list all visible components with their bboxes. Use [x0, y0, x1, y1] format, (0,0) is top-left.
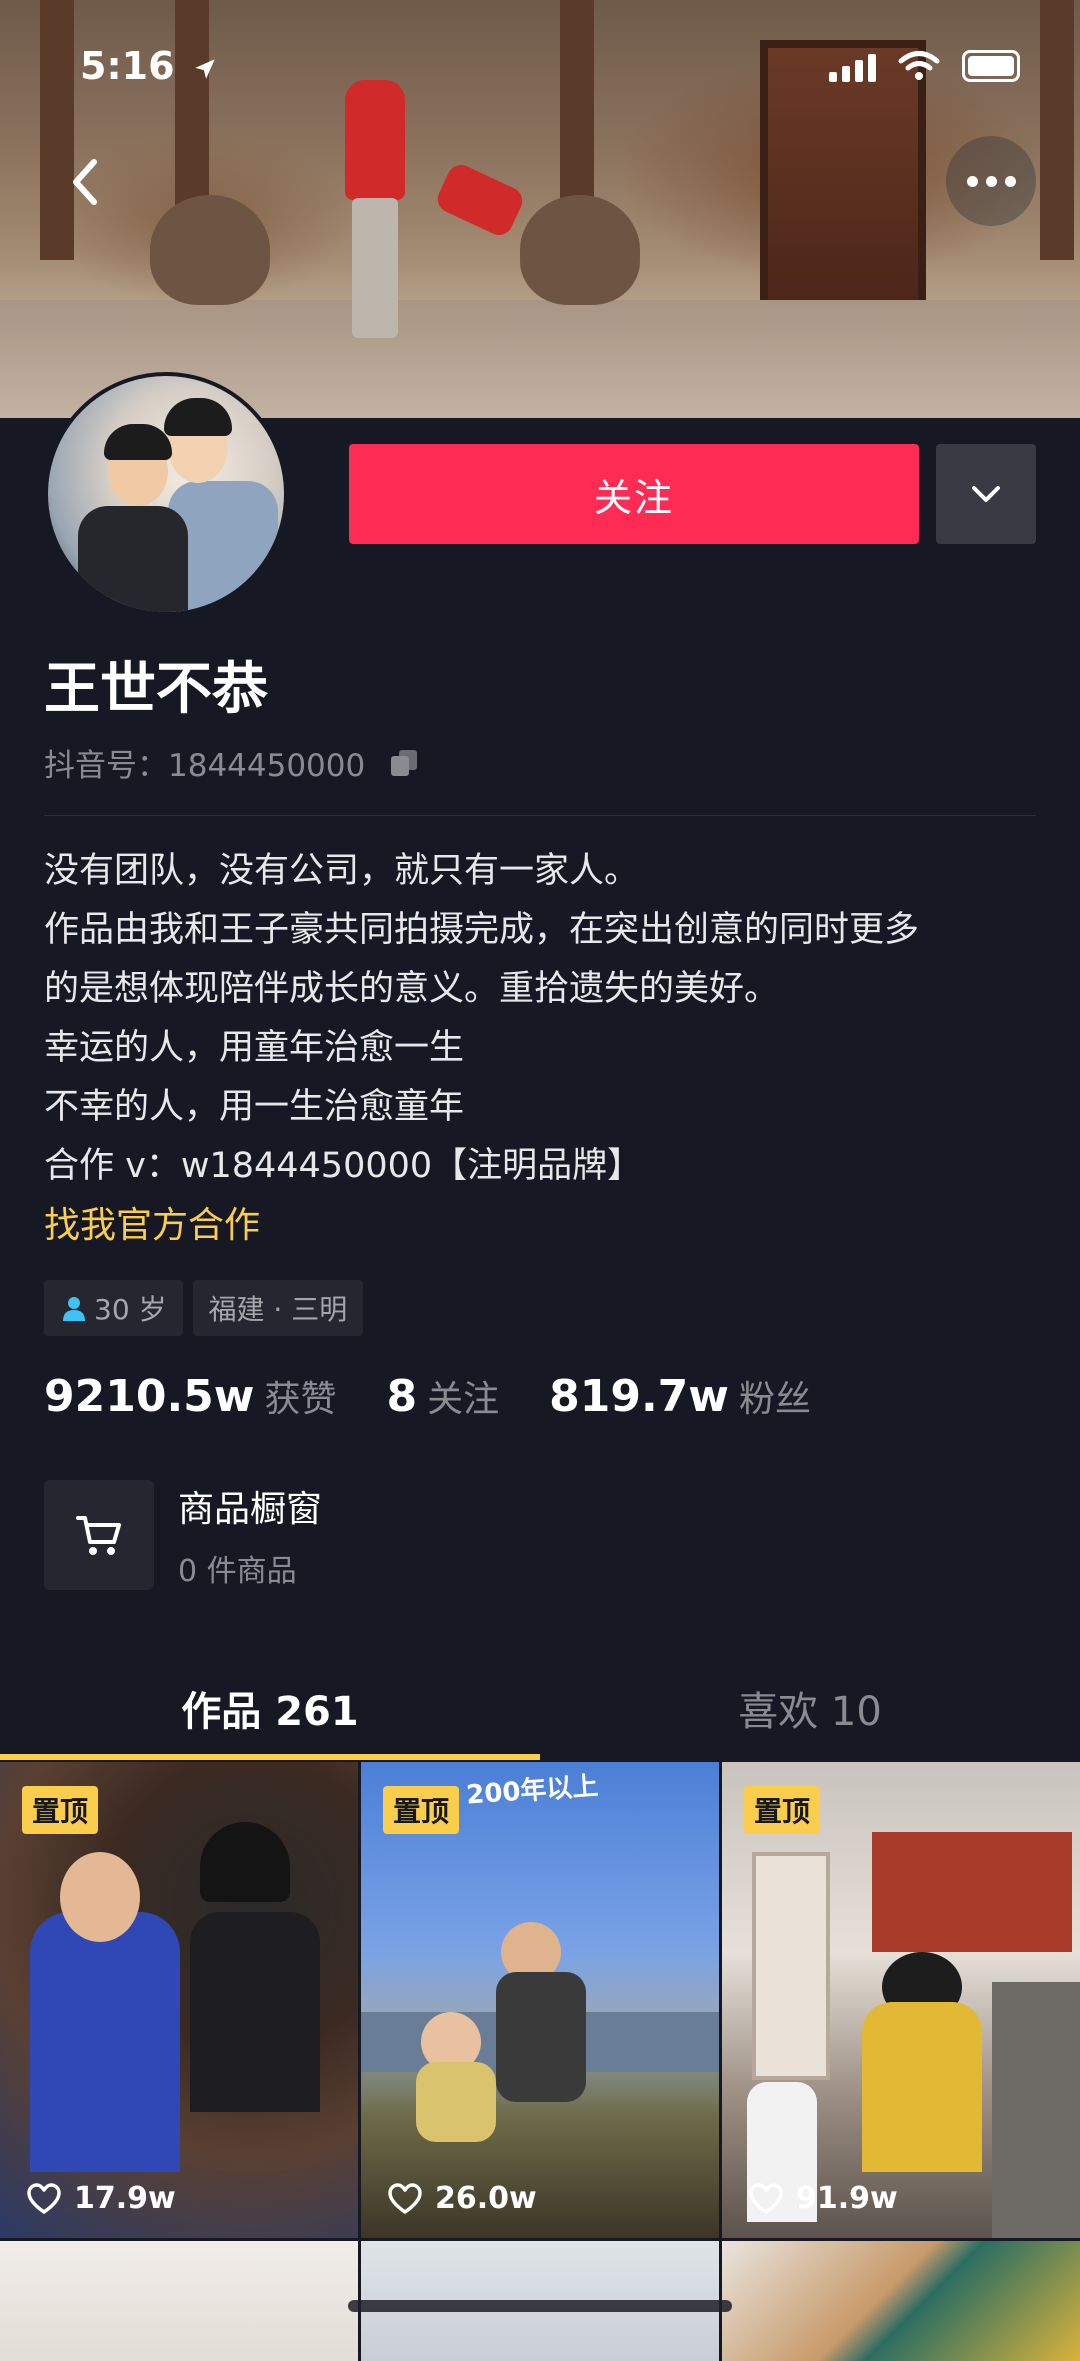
video-thumbnail[interactable]: [722, 2241, 1080, 2361]
battery-icon: [962, 50, 1020, 82]
shopping-cart-icon: [76, 1516, 121, 1555]
shop-title: 商品橱窗: [178, 1489, 323, 1530]
copy-icon[interactable]: [387, 748, 421, 778]
following-label[interactable]: 关注: [427, 1370, 499, 1422]
bio-line: 作品由我和王子豪共同拍摄完成，在突出创意的同时更多: [44, 910, 920, 950]
chevron-left-icon: [73, 159, 97, 205]
official-cooperation-link[interactable]: 找我官方合作: [44, 1196, 260, 1248]
chevron-down-icon: [972, 486, 1000, 502]
bio-line: 合作 v：w1844450000【注明品牌】: [44, 1146, 643, 1186]
likes-count: 9210.5w: [44, 1371, 255, 1422]
shop-subtitle: 0 件商品: [178, 1554, 297, 1589]
video-likes-count: 26.0w: [435, 2181, 537, 2216]
douyin-id-row[interactable]: 抖音号：1844450000: [44, 740, 421, 785]
video-thumbnail[interactable]: 200年以上 置顶 26.0w: [361, 1762, 719, 2238]
fans-count[interactable]: 819.7w: [549, 1371, 729, 1422]
location-text: 福建 · 三明: [208, 1293, 348, 1326]
wifi-icon: [898, 51, 940, 80]
tab-active-indicator: [0, 1754, 540, 1760]
profile-tags: 30 岁 福建 · 三明: [44, 1280, 364, 1336]
person-icon: [63, 1297, 85, 1321]
location-tag: 福建 · 三明: [192, 1280, 364, 1336]
heart-icon: [388, 2182, 422, 2214]
bio: 没有团队，没有公司，就只有一家人。 作品由我和王子豪共同拍摄完成，在突出创意的同…: [44, 842, 1044, 1196]
location-arrow-icon: [195, 58, 215, 79]
video-likes: 91.9w: [748, 2181, 898, 2216]
video-likes: 26.0w: [387, 2181, 537, 2216]
bio-line: 幸运的人，用童年治愈一生: [44, 1028, 465, 1068]
video-likes-count: 17.9w: [74, 2181, 176, 2216]
tab-works[interactable]: 作品 261: [0, 1656, 540, 1760]
video-thumbnail[interactable]: 置顶 91.9w: [722, 1762, 1080, 2238]
age-tag: 30 岁: [44, 1280, 183, 1336]
video-grid: 置顶 17.9w 200年以上 置顶 26.0w 置顶 91.9w: [0, 1762, 1080, 2361]
username: 王世不恭: [44, 657, 268, 722]
more-dot-icon: [985, 175, 997, 187]
video-thumbnail[interactable]: [0, 2241, 358, 2361]
video-overlay-text: 200年以上: [465, 1771, 600, 1811]
more-dot-icon: [1004, 175, 1016, 187]
video-thumbnail[interactable]: 置顶 17.9w: [0, 1762, 358, 2238]
home-indicator[interactable]: [348, 2300, 732, 2312]
fans-label[interactable]: 粉丝: [739, 1370, 811, 1422]
bio-line: 的是想体现陪伴成长的意义。重拾遗失的美好。: [44, 969, 780, 1009]
heart-icon: [749, 2182, 783, 2214]
tab-likes[interactable]: 喜欢 10: [540, 1656, 1080, 1760]
content-tabs: 作品 261 喜欢 10: [0, 1656, 1080, 1760]
likes-label: 获赞: [264, 1379, 337, 1420]
video-likes: 17.9w: [26, 2181, 176, 2216]
back-button[interactable]: [60, 152, 112, 212]
status-time: 5:16: [80, 44, 218, 88]
follow-button[interactable]: 关注: [349, 444, 919, 544]
avatar[interactable]: [44, 372, 288, 616]
bio-line: 不幸的人，用一生治愈童年: [44, 1087, 465, 1127]
shop-icon-box: [44, 1480, 154, 1590]
more-options-button[interactable]: [946, 136, 1036, 226]
age-text: 30 岁: [94, 1293, 167, 1326]
douyin-id: 抖音号：1844450000: [44, 748, 366, 784]
heart-icon: [27, 2182, 61, 2214]
shop-window-entry[interactable]: 商品橱窗 0 件商品: [44, 1480, 322, 1590]
more-dot-icon: [966, 175, 978, 187]
pinned-badge: 置顶: [22, 1786, 99, 1834]
pinned-badge: 置顶: [383, 1786, 460, 1834]
status-bar: 5:16: [0, 0, 1080, 140]
video-likes-count: 91.9w: [796, 2181, 898, 2216]
cellular-signal-icon: [829, 52, 876, 82]
divider: [44, 815, 1036, 816]
recommend-dropdown-button[interactable]: [936, 444, 1036, 544]
pinned-badge: 置顶: [744, 1786, 821, 1834]
bio-line: 没有团队，没有公司，就只有一家人。: [44, 851, 640, 891]
profile-stats: 9210.5w 获赞 8 关注 819.7w 粉丝: [44, 1370, 851, 1422]
following-count[interactable]: 8: [386, 1371, 417, 1422]
